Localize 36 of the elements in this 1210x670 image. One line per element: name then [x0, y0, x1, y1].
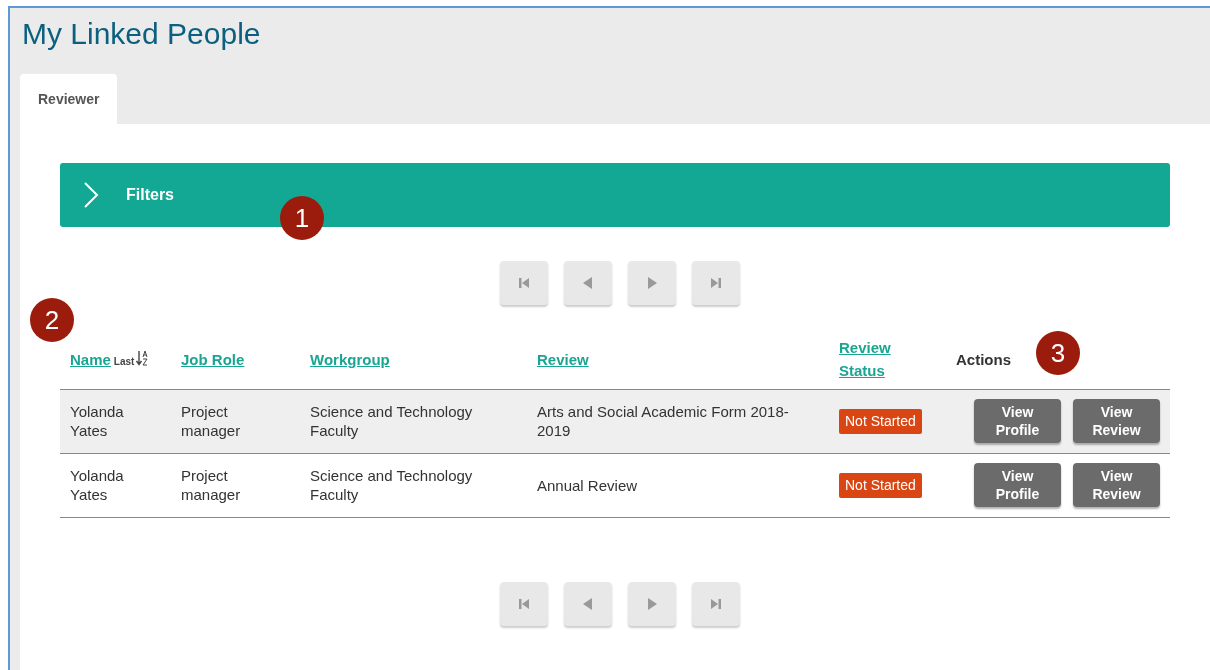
column-header-link[interactable]: Name — [70, 348, 111, 371]
table-cell: Annual Review — [537, 475, 638, 495]
table-cell-text: Arts and Social Academic Form 2018-2019 — [537, 402, 790, 440]
next-page-button[interactable] — [628, 261, 676, 305]
table-cell-text: Science and Technology Faculty — [310, 466, 474, 504]
status-badge: Not Started — [839, 472, 922, 498]
table-cell-text: Science and Technology Faculty — [310, 402, 474, 440]
first-page-button[interactable] — [500, 261, 548, 305]
last-page-button[interactable] — [692, 581, 740, 626]
view-profile-button[interactable]: View Profile — [974, 399, 1061, 443]
chevron-icon — [82, 181, 100, 209]
view-profile-button[interactable]: View Profile — [974, 463, 1061, 507]
page-title: My Linked People — [22, 16, 261, 52]
previous-page-button[interactable] — [564, 261, 612, 305]
table-cell-text: Yolanda Yates — [70, 466, 125, 504]
last-page-button[interactable] — [692, 261, 740, 305]
previous-page-button[interactable] — [564, 581, 612, 626]
view-review-button[interactable]: View Review — [1073, 463, 1160, 507]
column-header-link[interactable]: Job Role — [181, 348, 245, 371]
tab[interactable]: Reviewer — [20, 74, 118, 124]
next-page-button[interactable] — [628, 581, 676, 626]
table-cell-text: Yolanda Yates — [70, 402, 125, 440]
table-row[interactable]: Yolanda Yates Project manager Science and Technology Faculty Annual Review Not Started View Profile View Review — [60, 453, 1170, 517]
first-page-button[interactable] — [500, 581, 548, 626]
column-header-link[interactable]: Review Status — [839, 337, 889, 383]
view-review-button[interactable]: View Review — [1073, 399, 1160, 443]
sort-hint: Last — [113, 355, 135, 367]
first-page-icon — [516, 275, 532, 291]
last-page-icon — [708, 275, 724, 291]
column-header-link[interactable]: Review — [537, 348, 589, 371]
column-header: Actions — [956, 350, 1011, 368]
table-cell-text: Project manager — [181, 466, 242, 504]
table-cell-text: Project manager — [181, 402, 242, 440]
status-badge: Not Started — [839, 408, 922, 434]
column-header-link[interactable]: Workgroup — [310, 348, 390, 371]
sort-icon[interactable] — [136, 349, 151, 366]
